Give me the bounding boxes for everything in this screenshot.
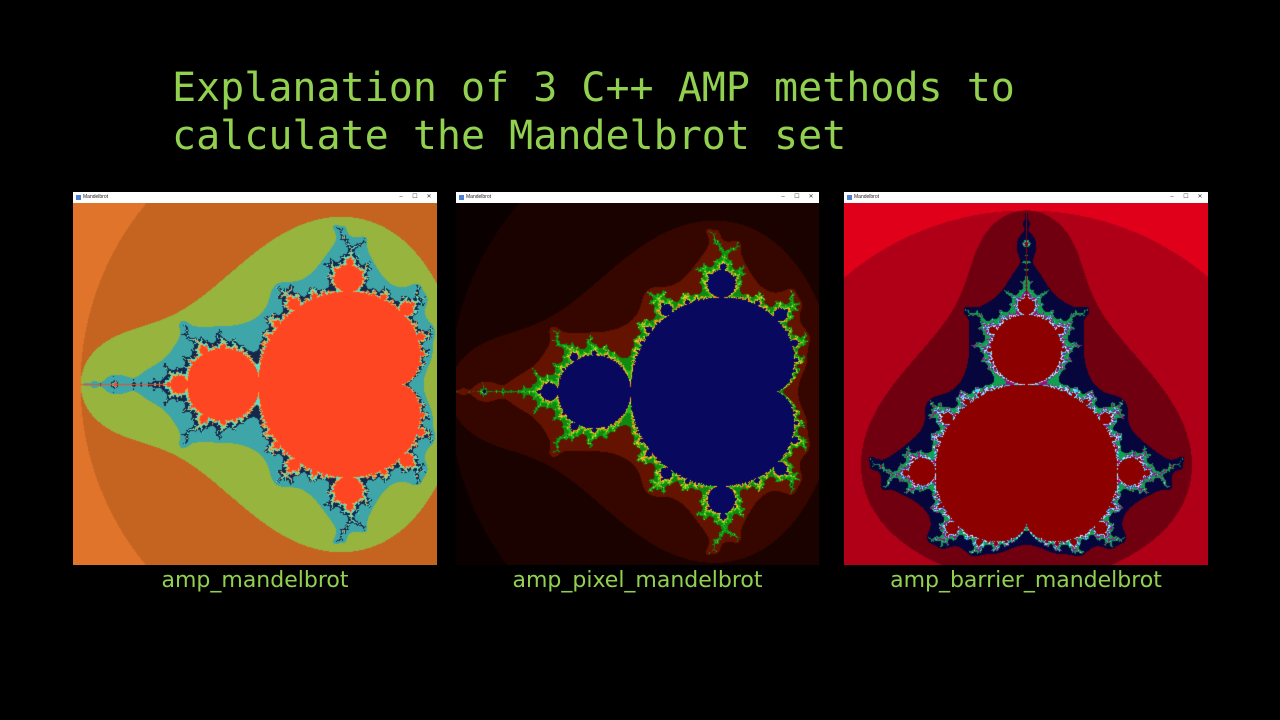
close-icon[interactable]: ✕ (805, 193, 817, 202)
slide-title-line-2: calculate the Mandelbrot set (172, 113, 847, 159)
minimize-icon[interactable]: – (1166, 193, 1178, 202)
slide-title: Explanation of 3 C++ AMP methods to calc… (172, 64, 1172, 160)
window-titlebar[interactable]: Mandelbrot – ☐ ✕ (844, 192, 1208, 203)
fractal-canvas[interactable] (456, 203, 819, 565)
window-title: Mandelbrot (83, 194, 109, 200)
fractal-canvas[interactable] (844, 203, 1208, 565)
window-title: Mandelbrot (854, 194, 880, 200)
app-icon (76, 195, 81, 200)
mandelbrot-window-amp[interactable]: Mandelbrot – ☐ ✕ (73, 192, 437, 565)
close-icon[interactable]: ✕ (1194, 193, 1206, 202)
maximize-icon[interactable]: ☐ (1180, 193, 1192, 202)
caption-amp-pixel-mandelbrot: amp_pixel_mandelbrot (512, 568, 763, 593)
minimize-icon[interactable]: – (395, 193, 407, 202)
window-titlebar[interactable]: Mandelbrot – ☐ ✕ (73, 192, 437, 203)
window-titlebar[interactable]: Mandelbrot – ☐ ✕ (456, 192, 819, 203)
fractal-canvas[interactable] (73, 203, 437, 565)
maximize-icon[interactable]: ☐ (409, 193, 421, 202)
maximize-icon[interactable]: ☐ (791, 193, 803, 202)
close-icon[interactable]: ✕ (423, 193, 435, 202)
minimize-icon[interactable]: – (777, 193, 789, 202)
slide-title-line-1: Explanation of 3 C++ AMP methods to (172, 65, 1015, 111)
mandelbrot-window-amp-pixel[interactable]: Mandelbrot – ☐ ✕ (456, 192, 819, 565)
mandelbrot-window-amp-barrier[interactable]: Mandelbrot – ☐ ✕ (844, 192, 1208, 565)
window-title: Mandelbrot (466, 194, 492, 200)
app-icon (459, 195, 464, 200)
caption-amp-barrier-mandelbrot: amp_barrier_mandelbrot (890, 568, 1162, 593)
caption-amp-mandelbrot: amp_mandelbrot (161, 568, 349, 593)
app-icon (847, 195, 852, 200)
